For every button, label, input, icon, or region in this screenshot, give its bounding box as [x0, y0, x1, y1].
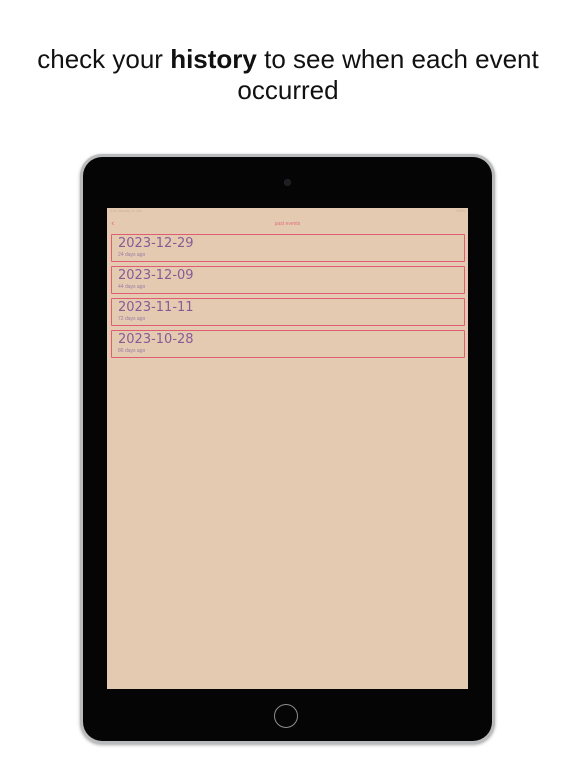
event-days-ago: 86 days ago: [118, 348, 146, 354]
event-date: 2023-12-09: [118, 268, 194, 283]
app-screen: 9:41 Monday 22 Jan 100% ‹ past events 20…: [107, 208, 468, 689]
home-button[interactable]: [274, 704, 298, 728]
headline-suffix: to see when each event occurred: [237, 44, 539, 105]
list-item[interactable]: 2023-10-28 86 days ago: [111, 330, 465, 358]
list-item[interactable]: 2023-12-09 44 days ago: [111, 266, 465, 294]
page: check your history to see when each even…: [0, 0, 576, 768]
event-date: 2023-11-11: [118, 300, 194, 315]
nav-title: past events: [274, 221, 301, 227]
promo-headline: check your history to see when each even…: [0, 44, 576, 106]
status-battery: 100%: [456, 209, 465, 213]
event-list: 2023-12-29 24 days ago 2023-12-09 44 day…: [111, 234, 465, 362]
list-item[interactable]: 2023-11-11 72 days ago: [111, 298, 465, 326]
list-item[interactable]: 2023-12-29 24 days ago: [111, 234, 465, 262]
event-date: 2023-10-28: [118, 332, 194, 347]
status-bar: 9:41 Monday 22 Jan 100%: [107, 208, 468, 216]
headline-prefix: check your: [37, 44, 171, 74]
event-date: 2023-12-29: [118, 236, 194, 251]
event-days-ago: 72 days ago: [118, 316, 146, 322]
event-days-ago: 44 days ago: [118, 284, 146, 290]
event-days-ago: 24 days ago: [118, 252, 146, 258]
headline-emphasis: history: [170, 44, 257, 74]
status-time: 9:41 Monday 22 Jan: [110, 209, 142, 213]
navigation-bar: ‹ past events: [107, 217, 468, 231]
camera-icon: [284, 179, 291, 186]
